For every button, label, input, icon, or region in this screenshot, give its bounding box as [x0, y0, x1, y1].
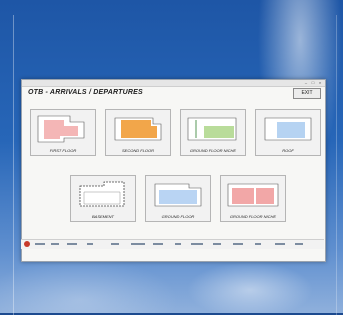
taskbar-item[interactable]	[67, 243, 77, 245]
taskbar-item[interactable]	[191, 243, 203, 245]
floor-card-label: GROUND FLOOR NICHE	[189, 148, 237, 153]
exit-button[interactable]: EXIT	[293, 88, 321, 99]
floor-card-label: SECOND FLOOR	[121, 148, 154, 153]
floor-card-basement[interactable]: BASEMENT	[70, 175, 136, 222]
taskbar-item[interactable]	[233, 243, 243, 245]
floor-plan-icon	[37, 115, 85, 143]
floor-card-label: GROUND FLOOR	[161, 214, 195, 219]
floor-card-label: BASEMENT	[91, 214, 114, 219]
floor-card-second-floor[interactable]: SECOND FLOOR	[105, 109, 171, 156]
taskbar-item[interactable]	[111, 243, 119, 245]
app-window: – □ × OTB - ARRIVALS / DEPARTURES EXIT F…	[21, 79, 326, 262]
floor-card-ground-floor-niche-2[interactable]: GROUND FLOOR NICHE	[220, 175, 286, 222]
floor-card-label: GROUND FLOOR NICHE	[229, 214, 277, 219]
floor-plan-icon	[227, 183, 279, 207]
floor-card-label: FIRST FLOOR	[49, 148, 77, 153]
minimize-icon[interactable]: –	[303, 81, 309, 85]
floor-plan-icon	[154, 183, 202, 207]
taskbar-item[interactable]	[295, 243, 303, 245]
taskbar-item[interactable]	[213, 243, 221, 245]
taskbar-item[interactable]	[175, 243, 181, 245]
floor-card-first-floor[interactable]: FIRST FLOOR	[30, 109, 96, 156]
taskbar	[21, 239, 324, 249]
floor-card-label: ROOF	[282, 148, 294, 153]
close-icon[interactable]: ×	[317, 81, 323, 85]
floor-plan-icon	[264, 117, 312, 141]
taskbar-item[interactable]	[35, 243, 45, 245]
floor-card-ground-floor-niche[interactable]: GROUND FLOOR NICHE	[180, 109, 246, 156]
maximize-icon[interactable]: □	[310, 81, 316, 85]
floor-plan-icon	[187, 117, 237, 141]
window-titlebar: – □ ×	[22, 80, 325, 87]
taskbar-item[interactable]	[87, 243, 93, 245]
start-orb-icon[interactable]	[24, 241, 30, 247]
floor-card-roof[interactable]: ROOF	[255, 109, 321, 156]
floor-plan-icon	[114, 117, 162, 141]
taskbar-item[interactable]	[153, 243, 163, 245]
taskbar-item[interactable]	[131, 243, 145, 245]
floor-card-ground-floor[interactable]: GROUND FLOOR	[145, 175, 211, 222]
taskbar-item[interactable]	[255, 243, 261, 245]
taskbar-item[interactable]	[275, 243, 285, 245]
floor-plan-icon	[79, 181, 125, 207]
page-title: OTB - ARRIVALS / DEPARTURES	[28, 89, 143, 96]
taskbar-items	[35, 243, 305, 246]
taskbar-item[interactable]	[51, 243, 59, 245]
